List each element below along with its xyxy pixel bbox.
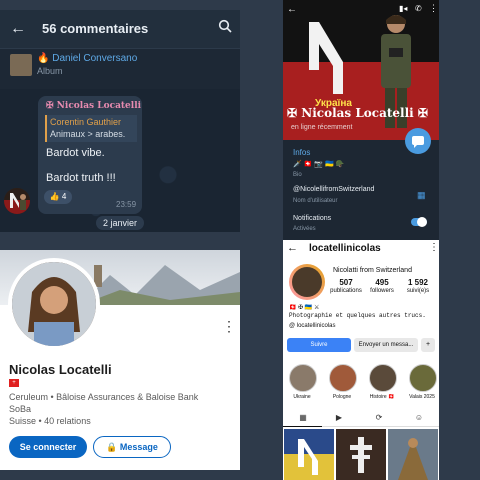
highlight-label: Histoire 🇨🇭 — [369, 394, 395, 400]
album-thumbnail[interactable] — [10, 54, 32, 76]
back-arrow-icon[interactable]: ← — [287, 4, 297, 15]
stat-value[interactable]: 1 592 — [401, 278, 435, 287]
more-icon[interactable]: ⋮ — [429, 242, 439, 253]
connect-button[interactable]: Se connecter — [9, 436, 87, 458]
profile-handle: locatellinicolas — [309, 243, 381, 254]
search-icon[interactable] — [218, 19, 232, 36]
stat-label: followers — [370, 288, 394, 294]
highlight-item[interactable] — [289, 364, 317, 392]
profile-name: ✠ Nicolas Locatelli ✠ — [287, 106, 428, 120]
message-fab-button[interactable] — [405, 128, 431, 154]
highlight-label: Ukraine — [293, 394, 311, 400]
notifications-label: Notifications — [293, 215, 332, 222]
highlight-item[interactable] — [409, 364, 437, 392]
highlight-item[interactable] — [329, 364, 357, 392]
telegram-comments-panel: ← 56 commentaires 🔥 Daniel Conversano Al… — [0, 10, 240, 232]
post-thumbnail[interactable] — [336, 429, 386, 480]
tagged-tab-icon[interactable]: ☺ — [409, 413, 429, 422]
telegram-profile-panel: ← ▮◂ ✆ ⋮ Україна ✠ Nicolas Locatelli ✠ e… — [283, 0, 439, 240]
call-icon[interactable]: ✆ — [415, 4, 422, 13]
selected-tab-indicator — [283, 426, 322, 427]
bio-label: Bio — [293, 172, 302, 178]
highlight-label: Valais 2025 — [409, 394, 435, 400]
page-title: 56 commentaires — [42, 21, 149, 36]
post-thumbnail[interactable] — [388, 429, 438, 480]
back-arrow-icon[interactable]: ← — [10, 20, 26, 38]
chat-icon — [412, 136, 424, 148]
reels-tab-icon[interactable]: ▶ — [329, 413, 349, 422]
username[interactable]: @NicolellifromSwitzerland — [293, 186, 374, 193]
album-label: Album — [37, 66, 63, 76]
add-user-icon[interactable]: + — [421, 338, 435, 352]
banner-landscape — [80, 265, 240, 305]
stat-label: publications — [330, 288, 362, 294]
profile-name: Nicolas Locatelli — [9, 362, 112, 377]
bio-text: Photographie et quelques autres trucs. — [289, 312, 426, 319]
grid-tab-icon[interactable]: ▦ — [293, 413, 313, 422]
notifications-state: Activées — [293, 226, 316, 232]
reply-text: Animaux > arabes. — [50, 129, 126, 139]
reposts-tab-icon[interactable]: ⟳ — [369, 413, 389, 422]
message-author[interactable]: ✠ Nicolas Locatelli — [46, 101, 141, 111]
message-time: 23:59 — [116, 200, 137, 209]
stat-value[interactable]: 507 — [329, 278, 363, 287]
notifications-toggle[interactable] — [411, 217, 427, 227]
message-text-2: Bardot truth !!! — [46, 172, 116, 184]
location-connections: Suisse • 40 relations — [9, 416, 91, 426]
album-author[interactable]: 🔥 Daniel Conversano — [37, 53, 137, 64]
bio-flags: 🇨🇭 ✠ 🇺🇦 ⚔ — [289, 305, 320, 311]
last-seen: en ligne récemment — [291, 124, 353, 131]
message-button[interactable]: 🔒 Message — [93, 436, 171, 458]
stat-label: suivi(e)s — [406, 288, 430, 294]
stat-value[interactable]: 495 — [365, 278, 399, 287]
reaction-badge[interactable]: 👍 4 — [44, 190, 72, 204]
follow-button[interactable]: Suivre — [287, 338, 351, 352]
profile-photo[interactable] — [12, 262, 96, 346]
avatar[interactable] — [292, 267, 322, 297]
message-text-1: Bardot vibe. — [46, 147, 105, 159]
swiss-flag-icon: + — [9, 379, 19, 387]
wolfsangel-symbol — [309, 22, 343, 94]
display-name: Nicolatti from Switzerland — [333, 267, 412, 274]
section-title-infos: Infos — [293, 148, 311, 157]
video-call-icon[interactable]: ▮◂ — [399, 4, 407, 13]
message-button[interactable]: Envoyer un messa... — [354, 338, 418, 352]
headline: Ceruleum • Bâloise Assurances & Baloise … — [9, 392, 199, 402]
highlight-label: Pologne — [332, 394, 352, 400]
threads-link[interactable]: @ locatellinicolas — [289, 323, 335, 329]
post-thumbnail[interactable] — [284, 429, 334, 480]
more-icon[interactable]: ⋮ — [429, 3, 438, 14]
highlight-item[interactable] — [369, 364, 397, 392]
reply-author: Corentin Gauthier — [50, 117, 122, 127]
linkedin-profile-card: ⋮ Nicolas Locatelli + Ceruleum • Bâloise… — [0, 250, 240, 470]
avatar[interactable] — [4, 188, 30, 214]
bio-text[interactable]: 🗡️ 🇨🇭 📷 🇺🇦 🪖 — [293, 160, 344, 168]
instagram-profile-card: ← locatellinicolas ⋮ Nicolatti from Swit… — [283, 240, 439, 480]
date-separator: 2 janvier — [96, 216, 144, 230]
back-arrow-icon[interactable]: ← — [287, 242, 298, 254]
username-label: Nom d'utilisateur — [293, 198, 338, 204]
qr-code-icon[interactable]: ▦ — [417, 190, 426, 201]
more-options-icon[interactable]: ⋮ — [222, 318, 236, 335]
headline-2: SoBa — [9, 404, 32, 414]
